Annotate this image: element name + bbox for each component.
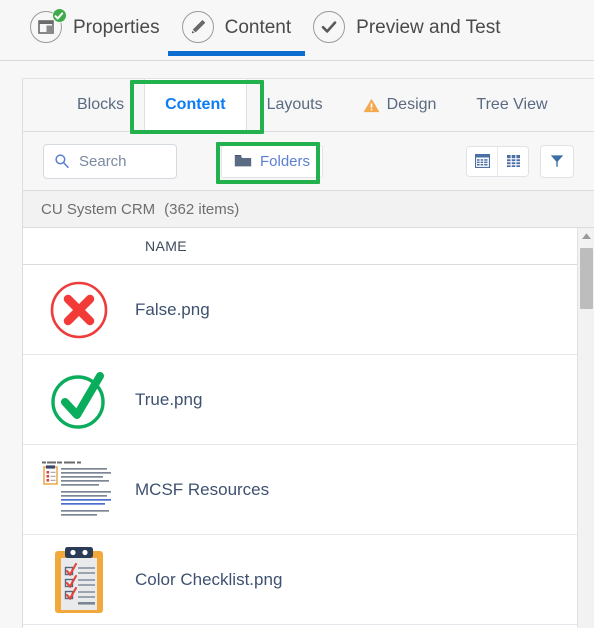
row-thumbnail [23,369,135,431]
tab-blocks[interactable]: Blocks [57,79,144,131]
green-check-badge [52,8,67,23]
application-window: Properties Content Preview and Test Bloc… [0,0,594,628]
folders-button-wrapper: Folders [221,144,324,178]
tab-tree-view[interactable]: Tree View [456,79,567,131]
green-check-circle-icon [51,371,105,429]
filter-funnel-icon [550,155,564,167]
tab-layouts[interactable]: Layouts [247,79,343,131]
breadcrumb: CU System CRM (362 items) [23,191,594,228]
red-cross-circle-icon [50,281,108,338]
tab-content[interactable]: Content [144,79,247,131]
row-name: Color Checklist.png [135,569,283,589]
inner-tab-strip: Blocks Content Layouts Design Tree View [23,79,594,132]
tab-design[interactable]: Design [343,79,457,131]
tab-label: Layouts [266,96,323,113]
wizard-step-label: Properties [73,17,160,38]
row-name: False.png [135,299,210,319]
folder-icon [234,155,252,167]
layout-window-icon [30,8,67,45]
row-thumbnail [23,279,135,341]
wizard-step-properties[interactable]: Properties [30,0,160,56]
folders-label: Folders [260,152,311,170]
filter-button[interactable] [540,144,574,178]
row-name: True.png [135,389,203,409]
search-input[interactable]: Search [43,143,177,179]
table-view-icon[interactable] [467,146,497,176]
table-row[interactable]: False.png [23,265,594,355]
wizard-step-preview-and-test[interactable]: Preview and Test [313,0,501,56]
search-icon [55,154,69,169]
active-step-underline [167,51,306,56]
folders-button[interactable]: Folders [221,144,324,178]
tab-label: Content [165,96,226,113]
wizard-step-content[interactable]: Content [167,0,306,56]
scroll-up-arrow-icon[interactable] [578,228,594,243]
search-placeholder: Search [79,152,127,170]
grid-view-icon[interactable] [497,146,528,176]
tab-label: Blocks [77,96,125,113]
warning-triangle-icon [363,98,380,112]
pencil-icon [181,11,216,45]
toolbar-right-group [466,144,594,178]
wizard-step-label: Content [224,17,292,38]
breadcrumb-title: CU System CRM [41,200,156,218]
content-table: NAME False.png True.png MCSF Resources C… [23,228,594,628]
table-row[interactable]: Color Checklist.png [23,535,594,625]
wizard-step-bar: Properties Content Preview and Test [0,0,594,61]
table-row[interactable]: True.png [23,355,594,445]
view-mode-segmented-control [466,145,529,177]
row-thumbnail [23,460,135,520]
tab-label: Tree View [476,96,548,113]
document-page-icon [42,461,111,516]
content-panel: Blocks Content Layouts Design Tree View [22,78,594,628]
check-circle-icon [313,11,347,45]
tab-label: Design [386,96,437,113]
scrollbar-thumb[interactable] [580,248,593,309]
content-toolbar: Search Folders [23,132,594,191]
orange-clipboard-icon [55,546,103,613]
table-header-row: NAME [23,228,594,265]
column-header-name: NAME [145,238,188,254]
row-name: MCSF Resources [135,479,270,499]
table-row[interactable]: MCSF Resources [23,445,594,535]
wizard-step-label: Preview and Test [356,17,501,38]
vertical-scrollbar[interactable] [577,228,594,628]
item-count: (362 items) [164,200,240,218]
row-thumbnail [23,545,135,615]
